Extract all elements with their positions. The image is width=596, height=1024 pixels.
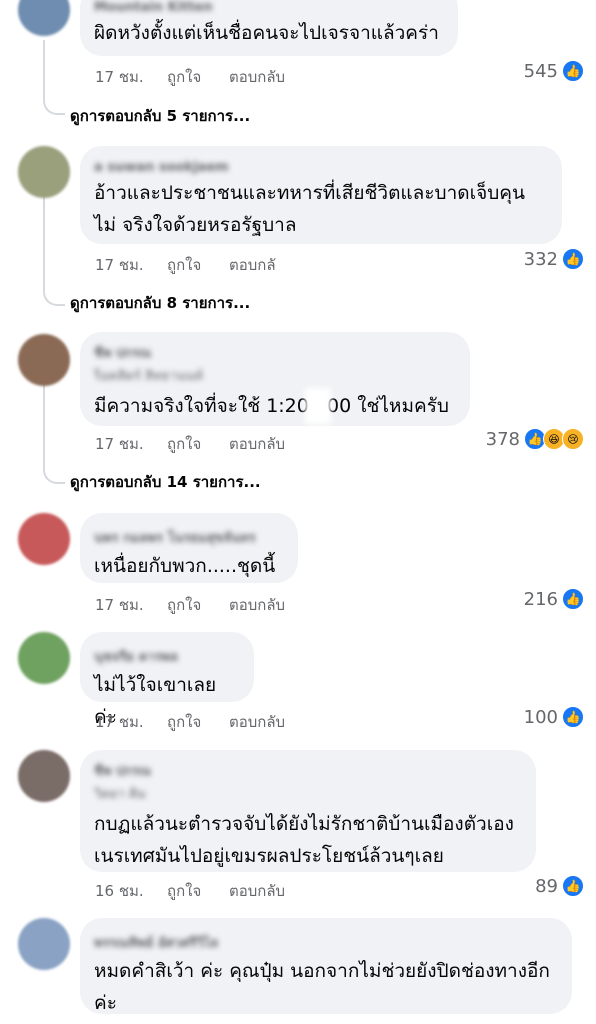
view-replies-link[interactable]: ดูการตอบกลับ 5 รายการ... (70, 104, 250, 128)
comment-author[interactable]: ชีพ ปกรณ (94, 342, 452, 363)
reply-button[interactable]: ตอบกลับ (229, 879, 285, 903)
comment-author[interactable]: ชีพ ปกรณ (94, 760, 518, 781)
reaction-count: 100 (523, 706, 558, 728)
comment-text: ผิดหวังตั้งแต่เห็นชื่อคนจะไปเจรจาแล้วคร่… (94, 22, 439, 44)
reply-button[interactable]: ตอบกลับ (229, 710, 285, 734)
comment-time[interactable]: 17 ชม. (95, 65, 144, 89)
reply-button[interactable]: ตอบกลับ (229, 593, 285, 617)
like-button[interactable]: ถูกใจ (167, 593, 201, 617)
avatar[interactable] (18, 0, 70, 36)
comment-bubble[interactable]: นพร กมลพร โนรธมสุขจันทร เหนื่อยกับพวก...… (80, 513, 298, 583)
avatar[interactable] (18, 334, 70, 386)
avatar[interactable] (18, 146, 70, 198)
avatar[interactable] (18, 632, 70, 684)
comment-bubble[interactable]: Mountain Kitten ผิดหวังตั้งแต่เห็นชื่อคน… (80, 0, 458, 56)
comment-author[interactable]: นพร กมลพร โนรธมสุขจันทร (94, 527, 280, 548)
comment-text: หมดคำสิเว้า ค่ะ คุณปุ๋ม นอกจากไม่ช่วยยัง… (94, 960, 550, 1014)
comment-text: กบฏแล้วนะตำรวจจับได้ยังไม่รักชาติบ้านเมื… (94, 813, 514, 867)
comment-text: อ้าวและประชาชนและทหารที่เสียชีวิตและบาดเ… (94, 182, 525, 236)
comment-author[interactable]: พรรณทิพย์ อัศวศรีวิไล (94, 932, 554, 953)
view-replies-link[interactable]: ดูการตอบกลับ 8 รายการ... (70, 291, 250, 315)
reaction-summary[interactable]: 332 👍 (524, 248, 584, 270)
reaction-summary[interactable]: 378 👍 😆 😢 (486, 428, 584, 450)
comment-bubble[interactable]: นุชจรีย คารพล ไม่ไว้ใจเขาเลยค่ะ (80, 632, 254, 728)
redaction-mark (305, 388, 331, 424)
like-button[interactable]: ถูกใจ (167, 432, 201, 456)
reaction-count: 216 (523, 588, 558, 610)
comment-time[interactable]: 17 ชม. (95, 253, 144, 277)
reaction-count: 378 (485, 428, 520, 450)
comment-time[interactable]: 17 ชม. (95, 593, 144, 617)
comment-bubble[interactable]: a suwan sookjaem อ้าวและประชาชนและทหารที… (80, 146, 562, 244)
avatar[interactable] (18, 918, 70, 970)
comment-time[interactable]: 17 ชม. (95, 432, 144, 456)
reaction-summary[interactable]: 545 👍 (524, 60, 584, 82)
thread-curve (43, 286, 65, 306)
avatar[interactable] (18, 513, 70, 565)
comment-author[interactable]: Mountain Kitten (94, 0, 440, 15)
reaction-count: 89 (535, 875, 558, 897)
like-button[interactable]: ถูกใจ (167, 65, 201, 89)
like-button[interactable]: ถูกใจ (167, 253, 201, 277)
comment-time[interactable]: 16 ชม. (95, 879, 144, 903)
like-button[interactable]: ถูกใจ (167, 879, 201, 903)
like-icon: 👍 (562, 875, 584, 897)
comment-author-secondary: วิตยา คิม (94, 787, 147, 802)
like-icon: 👍 (562, 706, 584, 728)
reaction-count: 332 (523, 248, 558, 270)
view-replies-link[interactable]: ดูการตอบกลับ 14 รายการ... (70, 470, 261, 494)
sad-icon: 😢 (562, 428, 584, 450)
thread-curve (43, 95, 65, 115)
comment-author[interactable]: นุชจรีย คารพล (94, 646, 236, 667)
comment-time[interactable]: 17 ชม. (95, 710, 144, 734)
like-icon: 👍 (562, 60, 584, 82)
reaction-summary[interactable]: 216 👍 (524, 588, 584, 610)
comment-author-secondary: ร็อคสิตร์ สิทธานนท์ (94, 369, 204, 384)
comment-author[interactable]: a suwan sookjaem (94, 160, 544, 175)
reply-button[interactable]: ตอบกลับ (229, 432, 285, 456)
reply-button[interactable]: ตอบกลับ (229, 65, 285, 89)
comment-bubble[interactable]: ชีพ ปกรณ ร็อคสิตร์ สิทธานนท์ มีความจริงใ… (80, 332, 470, 426)
like-icon: 👍 (562, 248, 584, 270)
comment-text: มีความจริงใจที่จะใช้ 1:20 000 ใช่ไหมครับ (94, 395, 449, 417)
comment-text: เหนื่อยกับพวก.....ชุดนี้ (94, 555, 276, 577)
like-button[interactable]: ถูกใจ (167, 710, 201, 734)
reaction-summary[interactable]: 100 👍 (524, 706, 584, 728)
reaction-count: 545 (523, 60, 558, 82)
thread-curve (43, 464, 65, 484)
reaction-summary[interactable]: 89 👍 (535, 875, 584, 897)
thread-line (43, 196, 45, 286)
thread-line (43, 384, 45, 464)
avatar[interactable] (18, 750, 70, 802)
comment-bubble[interactable]: พรรณทิพย์ อัศวศรีวิไล หมดคำสิเว้า ค่ะ คุ… (80, 918, 572, 1014)
comment-bubble[interactable]: ชีพ ปกรณ วิตยา คิม กบฏแล้วนะตำรวจจับได้ย… (80, 750, 536, 872)
thread-line (43, 40, 45, 95)
reply-button[interactable]: ตอบกลั (229, 253, 276, 277)
like-icon: 👍 (562, 588, 584, 610)
